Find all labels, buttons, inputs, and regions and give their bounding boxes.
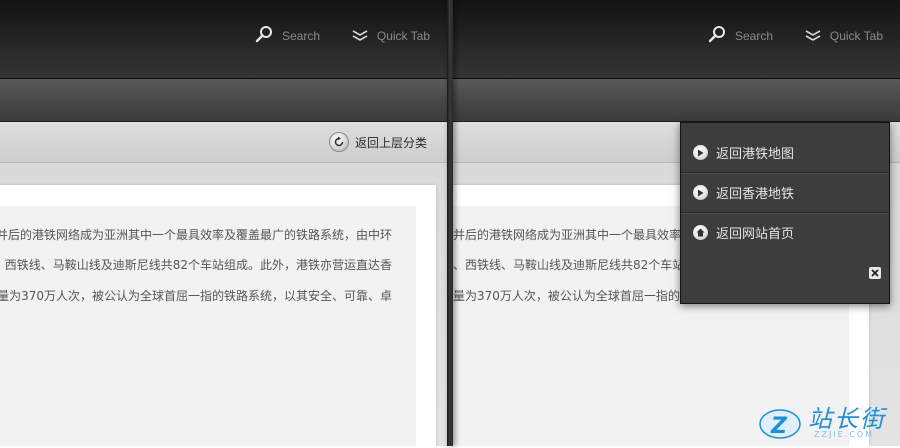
search-label: Search	[734, 29, 773, 43]
search-button[interactable]: Search	[708, 26, 773, 46]
menu-item-label: 返回港铁地图	[716, 147, 795, 162]
back-to-parent-category-button[interactable]: 返回上层分类	[328, 132, 427, 152]
site-watermark-logo: Z 站长街 ZZJIE.COM	[758, 400, 894, 444]
menu-item-hk-subway[interactable]: 返回香港地铁	[681, 173, 889, 213]
watermark-text: 站长街	[808, 405, 886, 433]
panel-divider	[447, 0, 453, 446]
search-button[interactable]: Search	[255, 26, 320, 46]
search-icon	[708, 25, 726, 47]
chevrons-down-icon	[352, 27, 368, 46]
quick-tab-label: Quick Tab	[829, 29, 883, 43]
top-toolbar: Search Quick Tab	[0, 0, 447, 79]
menu-item-home[interactable]: 返回网站首页	[681, 213, 889, 252]
menu-item-label: 返回香港地铁	[716, 187, 795, 202]
left-panel: Search Quick Tab 返回上层分类 并后的港铁网络成为亚洲其中一个最…	[0, 0, 447, 446]
back-label: 返回上层分类	[354, 135, 427, 150]
play-icon	[693, 145, 708, 160]
paragraph-line: 、西铁线、马鞍山线及迪斯尼线共82个车站组	[453, 258, 697, 272]
quick-tab-label: Quick Tab	[376, 29, 430, 43]
paragraph-line: 并后的港铁网络成为亚洲其中一个最具效率及覆盖最广的铁路系统，由中环	[0, 228, 392, 242]
quick-tab-button[interactable]: Quick Tab	[805, 26, 883, 46]
watermark-subtext: ZZJIE.COM	[814, 430, 875, 439]
play-icon	[693, 185, 708, 200]
svg-text:Z: Z	[770, 414, 788, 439]
top-toolbar: Search Quick Tab	[453, 0, 900, 79]
paragraph-line: 量为370万人次，被公认为全球首屈一指的铁路系统，以其安全、可靠、卓	[0, 289, 392, 303]
search-label: Search	[281, 29, 320, 43]
content-card	[0, 185, 436, 446]
breadcrumb-bar: 返回上层分类	[0, 122, 447, 163]
menu-item-label: 返回网站首页	[716, 227, 795, 242]
close-icon[interactable]	[869, 267, 881, 279]
search-icon	[255, 25, 273, 47]
refresh-icon	[328, 132, 349, 152]
menu-item-mtr-map[interactable]: 返回港铁地图	[681, 133, 889, 173]
paragraph-line: 、西铁线、马鞍山线及迪斯尼线共82个车站组成。此外，港铁亦营运直达香	[0, 258, 392, 272]
quick-tab-popup-menu: 返回港铁地图 返回香港地铁 返回网站首页	[680, 122, 890, 304]
sub-toolbar	[453, 79, 900, 122]
quick-tab-button[interactable]: Quick Tab	[352, 26, 430, 46]
sub-toolbar	[0, 79, 447, 122]
chevrons-down-icon	[805, 27, 821, 46]
home-icon	[693, 225, 708, 240]
